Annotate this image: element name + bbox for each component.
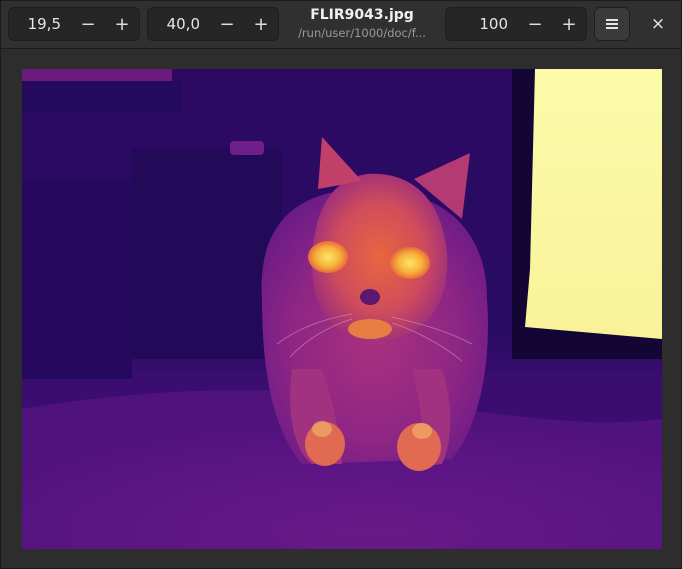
thermal-image[interactable] bbox=[22, 69, 662, 549]
min-temperature-increase-button[interactable]: + bbox=[105, 8, 139, 40]
image-viewport[interactable] bbox=[1, 49, 681, 568]
close-icon: × bbox=[650, 14, 666, 34]
app-window: 19,5 − + 40,0 − + FLIR9043.jpg /run/user… bbox=[0, 0, 682, 569]
hamburger-menu-icon bbox=[606, 19, 618, 29]
max-temperature-spinbutton[interactable]: 40,0 − + bbox=[147, 7, 279, 41]
max-temperature-value[interactable]: 40,0 bbox=[148, 15, 210, 33]
min-temperature-decrease-button[interactable]: − bbox=[71, 8, 105, 40]
max-temperature-decrease-button[interactable]: − bbox=[210, 8, 244, 40]
thermal-cat-picture bbox=[22, 69, 662, 549]
close-button[interactable]: × bbox=[643, 9, 673, 39]
max-temperature-increase-button[interactable]: + bbox=[244, 8, 278, 40]
zoom-increase-button[interactable]: + bbox=[552, 8, 586, 40]
zoom-spinbutton[interactable]: 100 − + bbox=[445, 7, 587, 41]
header-bar: 19,5 − + 40,0 − + FLIR9043.jpg /run/user… bbox=[1, 1, 681, 49]
zoom-value[interactable]: 100 bbox=[446, 15, 518, 33]
min-temperature-spinbutton[interactable]: 19,5 − + bbox=[8, 7, 140, 41]
min-temperature-value[interactable]: 19,5 bbox=[9, 15, 71, 33]
window-title-group: FLIR9043.jpg /run/user/1000/doc/f... bbox=[287, 5, 437, 41]
main-menu-button[interactable] bbox=[594, 7, 630, 41]
window-title: FLIR9043.jpg bbox=[310, 7, 414, 23]
window-subtitle: /run/user/1000/doc/f... bbox=[298, 26, 426, 40]
zoom-decrease-button[interactable]: − bbox=[518, 8, 552, 40]
